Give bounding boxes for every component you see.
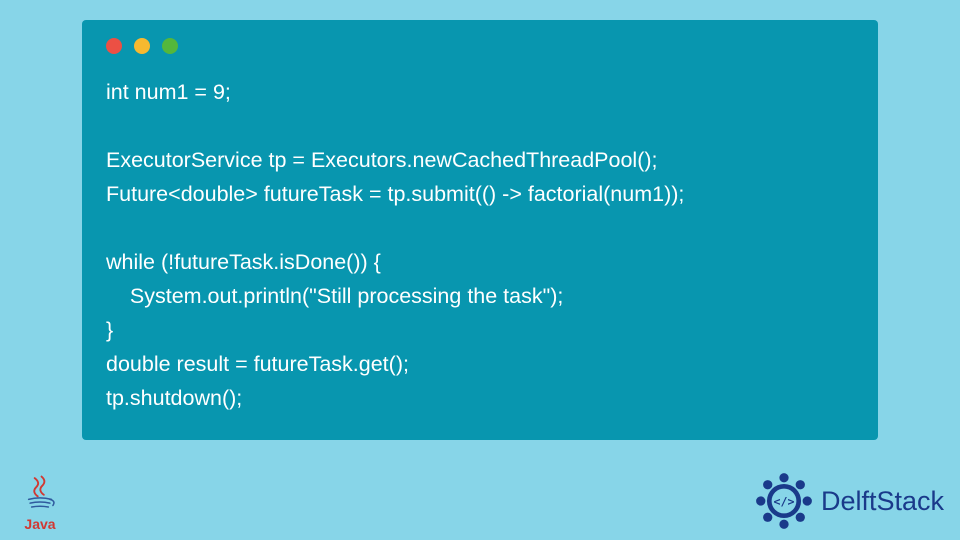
close-icon — [106, 38, 122, 54]
java-logo: Java — [14, 472, 66, 532]
java-label: Java — [14, 516, 66, 532]
svg-text:</>: </> — [773, 495, 794, 509]
minimize-icon — [134, 38, 150, 54]
delftstack-logo: </> DelftStack — [753, 470, 944, 532]
java-cup-icon — [21, 472, 59, 510]
delftstack-label: DelftStack — [821, 486, 944, 517]
code-window: int num1 = 9; ExecutorService tp = Execu… — [82, 20, 878, 440]
window-controls — [106, 38, 854, 54]
code-block: int num1 = 9; ExecutorService tp = Execu… — [106, 76, 854, 416]
delftstack-gear-icon: </> — [753, 470, 815, 532]
maximize-icon — [162, 38, 178, 54]
